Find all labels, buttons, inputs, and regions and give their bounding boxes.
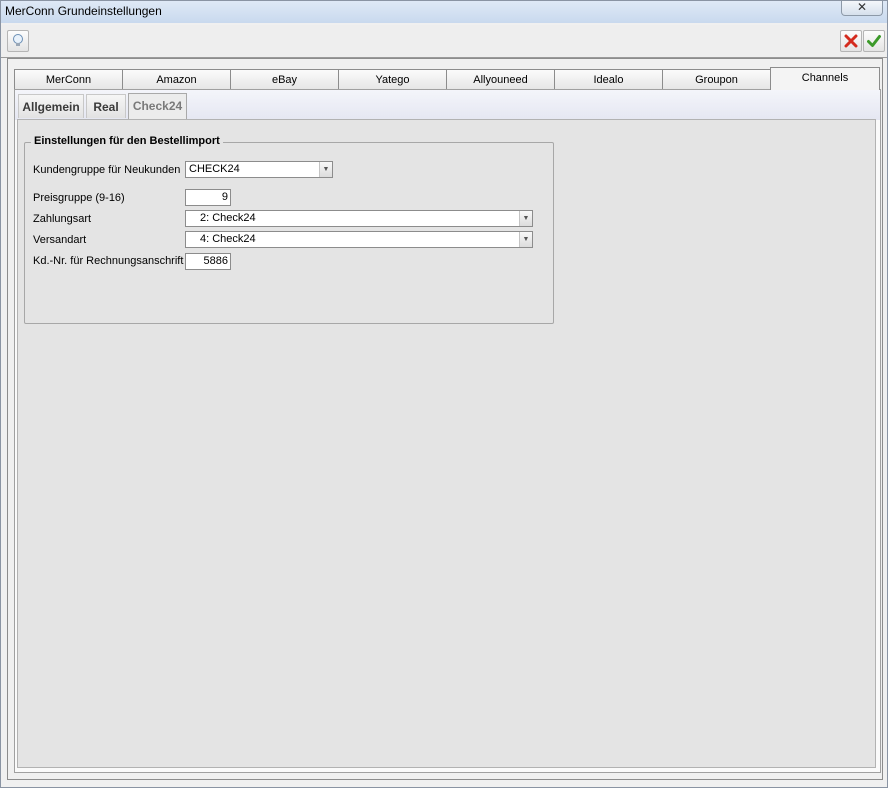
main-frame: MerConn Amazon eBay Yatego Allyouneed Id… (7, 58, 883, 780)
tab-channels[interactable]: Channels (770, 67, 880, 90)
kdnr-input[interactable]: 5886 (185, 253, 231, 270)
groupbox-title: Einstellungen für den Bestellimport (31, 135, 223, 147)
tab-amazon[interactable]: Amazon (122, 69, 231, 89)
preisgruppe-value: 9 (221, 191, 228, 203)
preisgruppe-input[interactable]: 9 (185, 189, 231, 206)
ok-button[interactable] (863, 30, 885, 52)
chevron-down-icon[interactable]: ▼ (319, 162, 332, 177)
chevron-down-icon[interactable]: ▼ (519, 211, 532, 226)
tab-merconn[interactable]: MerConn (14, 69, 123, 89)
lightbulb-icon (13, 34, 23, 46)
subtab-allgemein[interactable]: Allgemein (18, 94, 84, 118)
toolbar (1, 25, 887, 58)
settings-window: MerConn Grundeinstellungen ✕ MerConn Ama… (0, 0, 888, 788)
versandart-label: Versandart (33, 234, 87, 246)
preisgruppe-label: Preisgruppe (9-16) (33, 192, 125, 204)
red-x-icon (844, 34, 858, 48)
tab-groupon[interactable]: Groupon (662, 69, 771, 89)
kundengruppe-dropdown[interactable]: CHECK24 ▼ (185, 161, 333, 178)
kundengruppe-value: CHECK24 (189, 163, 240, 175)
kdnr-label: Kd.-Nr. für Rechnungsanschrift (33, 255, 184, 267)
tab-yatego[interactable]: Yatego (338, 69, 447, 89)
title-bar: MerConn Grundeinstellungen ✕ (1, 1, 887, 23)
zahlungsart-dropdown[interactable]: 2: Check24 ▼ (185, 210, 533, 227)
versandart-value: 4: Check24 (200, 233, 256, 245)
versandart-dropdown[interactable]: 4: Check24 ▼ (185, 231, 533, 248)
tab-allyouneed[interactable]: Allyouneed (446, 69, 555, 89)
tab-ebay[interactable]: eBay (230, 69, 339, 89)
check24-content: Einstellungen für den Bestellimport Kund… (17, 119, 876, 768)
sub-tab-bar: Allgemein Real Check24 (15, 90, 880, 120)
kundengruppe-label: Kundengruppe für Neukunden (33, 164, 181, 176)
channels-page: Allgemein Real Check24 Einstellungen für… (14, 89, 881, 773)
zahlungsart-label: Zahlungsart (33, 213, 92, 225)
window-title: MerConn Grundeinstellungen (5, 4, 162, 18)
subtab-real[interactable]: Real (86, 94, 126, 118)
hint-button[interactable] (7, 30, 29, 52)
kdnr-value: 5886 (203, 255, 228, 267)
cancel-button[interactable] (840, 30, 862, 52)
green-check-icon (867, 35, 881, 47)
window-close-button[interactable]: ✕ (841, 1, 883, 16)
subtab-check24[interactable]: Check24 (128, 93, 187, 119)
tab-idealo[interactable]: Idealo (554, 69, 663, 89)
zahlungsart-value: 2: Check24 (200, 212, 256, 224)
main-tab-bar: MerConn Amazon eBay Yatego Allyouneed Id… (14, 67, 880, 90)
bestellimport-groupbox: Einstellungen für den Bestellimport Kund… (24, 135, 554, 324)
chevron-down-icon[interactable]: ▼ (519, 232, 532, 247)
